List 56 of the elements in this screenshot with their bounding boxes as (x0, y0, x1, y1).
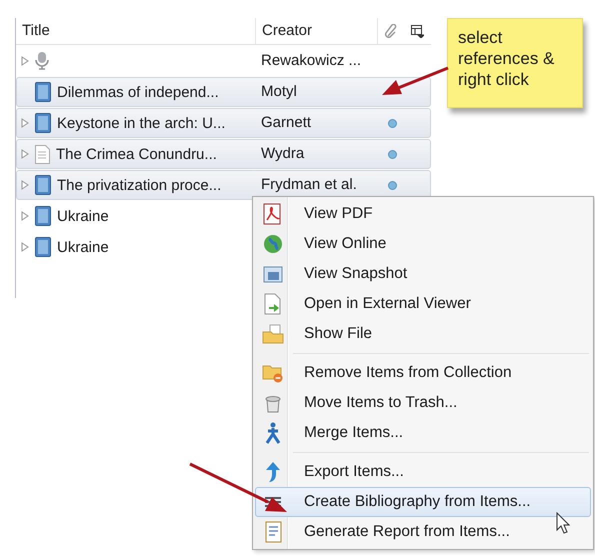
expand-arrow-icon[interactable] (21, 242, 29, 252)
item-creator: Rewakowicz ... (261, 52, 362, 69)
book-icon (35, 113, 51, 133)
item-creator: Motyl (261, 83, 297, 100)
table-row[interactable]: Dilemmas of independ... Motyl (16, 77, 431, 107)
upload-arrow-icon (265, 461, 281, 483)
globe-icon (263, 234, 283, 254)
menu-item[interactable]: Export Items... (255, 457, 591, 487)
paperclip-icon[interactable] (385, 24, 397, 38)
expand-arrow-icon[interactable] (21, 149, 29, 159)
item-title: The privatization proce... (57, 176, 222, 194)
callout-note: select references & right click (447, 18, 583, 108)
menu-item[interactable]: Remove Items from Collection (255, 358, 591, 388)
menu-item[interactable]: View PDF (255, 199, 591, 229)
menu-item[interactable]: Open in External Viewer (255, 289, 591, 319)
file-arrow-icon (264, 293, 282, 315)
item-title: Dilemmas of independ... (57, 84, 219, 100)
menu-item[interactable]: Create Bibliography from Items... (255, 487, 591, 517)
table-row[interactable]: The Crimea Conundru... Wydra (16, 139, 431, 169)
microphone-icon (35, 52, 49, 70)
snapshot-icon (263, 264, 283, 284)
expand-arrow-icon[interactable] (21, 180, 29, 190)
item-creator: Frydman et al. (261, 176, 357, 193)
arrow-icon (190, 462, 288, 514)
column-header[interactable]: Title (16, 18, 256, 44)
document-icon (35, 144, 50, 164)
menu-item[interactable]: View Online (255, 229, 591, 259)
book-icon (35, 206, 51, 226)
book-icon (35, 175, 51, 195)
pdf-icon (263, 203, 283, 225)
item-title: Keystone in the arch: U... (57, 114, 226, 132)
book-icon (35, 237, 51, 257)
table-row[interactable]: The privatization proce... Frydman et al. (16, 170, 431, 200)
column-header[interactable]: Creator (256, 18, 378, 44)
item-title: Ukraine (57, 238, 109, 256)
mouse-cursor-icon (556, 512, 570, 534)
item-title: The Crimea Conundru... (56, 146, 217, 162)
column-picker-icon[interactable] (410, 24, 424, 38)
expand-arrow-icon[interactable] (21, 56, 29, 66)
menu-item[interactable]: Move Items to Trash... (255, 388, 591, 418)
menu-item[interactable]: Generate Report from Items... (255, 517, 591, 547)
menu-item[interactable]: Show File (255, 319, 591, 349)
report-icon (264, 521, 282, 543)
item-creator: Garnett (261, 114, 312, 131)
table-row[interactable]: Keystone in the arch: U... Garnett (16, 108, 431, 138)
trash-icon (263, 393, 283, 413)
table-row[interactable]: Rewakowicz ... (16, 46, 431, 76)
book-icon (35, 82, 51, 102)
menu-item[interactable]: View Snapshot (255, 259, 591, 289)
item-title: Ukraine (57, 208, 109, 224)
menu-item[interactable]: Merge Items... (255, 418, 591, 448)
folder-remove-icon (262, 363, 284, 383)
item-creator: Wydra (261, 145, 304, 162)
folder-icon (262, 324, 284, 344)
expand-arrow-icon[interactable] (21, 118, 29, 128)
expand-arrow-icon[interactable] (21, 211, 29, 221)
